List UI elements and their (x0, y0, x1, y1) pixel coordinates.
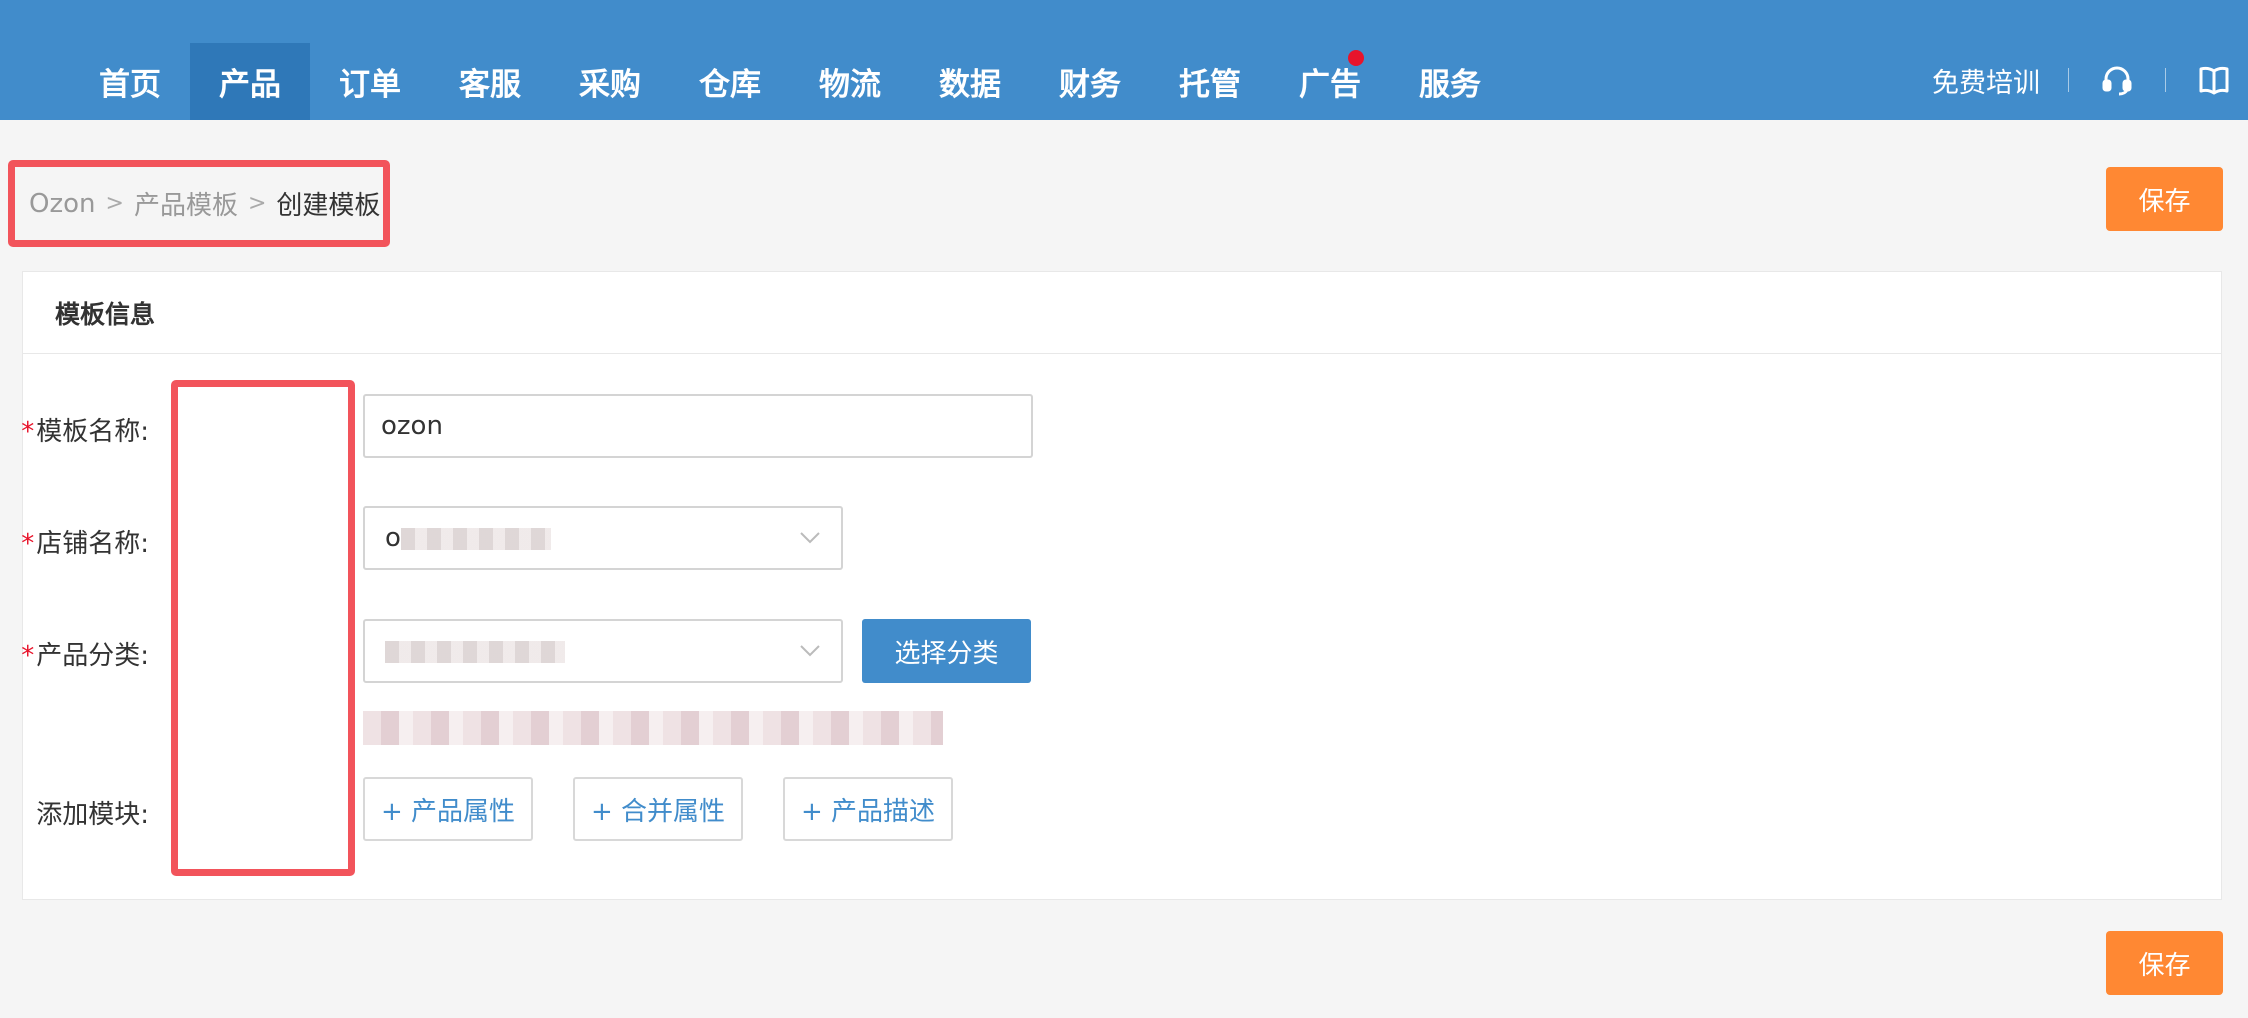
add-product-attributes-button[interactable]: + 产品属性 (363, 777, 533, 841)
store-name-value: o (385, 523, 401, 553)
nav-item-customer-service[interactable]: 客服 (430, 43, 550, 120)
nav-item-services[interactable]: 服务 (1390, 43, 1510, 120)
redacted-text (385, 640, 565, 663)
category-select-value (385, 636, 799, 666)
nav-item-label: 订单 (339, 67, 401, 103)
add-merged-attributes-button[interactable]: + 合并属性 (573, 777, 743, 841)
store-name-label: *店铺名称: (21, 523, 149, 560)
divider (2165, 68, 2166, 92)
required-mark: * (21, 417, 35, 447)
nav-item-label: 数据 (939, 67, 1001, 103)
nav-item-label: 产品 (219, 67, 281, 103)
breadcrumb-current: 创建模板 (276, 191, 381, 221)
choose-category-button[interactable]: 选择分类 (862, 619, 1031, 683)
main-nav: 首页 产品 订单 客服 采购 仓库 物流 数据 财务 托管 广告 服务 (70, 43, 1510, 120)
chevron-down-icon (800, 645, 820, 657)
category-select[interactable] (363, 619, 843, 683)
required-mark: * (21, 529, 35, 559)
add-product-description-button[interactable]: + 产品描述 (783, 777, 953, 841)
top-navigation-bar: 首页 产品 订单 客服 采购 仓库 物流 数据 财务 托管 广告 服务 免费培训 (0, 0, 2248, 120)
nav-item-label: 物流 (819, 67, 881, 103)
category-path-redacted (363, 711, 943, 745)
divider (2068, 68, 2069, 92)
notification-dot (1348, 50, 1364, 66)
template-name-input[interactable] (363, 394, 1033, 458)
book-icon[interactable] (2194, 60, 2234, 100)
nav-item-label: 采购 (579, 67, 641, 103)
label-text: 模板名称: (36, 417, 149, 447)
store-select[interactable]: o (363, 506, 843, 570)
chevron-down-icon (800, 532, 820, 544)
category-label: *产品分类: (21, 635, 149, 672)
add-module-label: 添加模块: (36, 800, 149, 830)
nav-item-ads[interactable]: 广告 (1270, 43, 1390, 120)
template-name-label: *模板名称: (21, 411, 149, 448)
template-info-panel: 模板信息 *模板名称: *店铺名称: o *产品分类: 选择分类 添加模块: +… (21, 271, 2222, 900)
nav-item-orders[interactable]: 订单 (310, 43, 430, 120)
breadcrumb-item-ozon[interactable]: Ozon (29, 189, 96, 219)
nav-item-purchasing[interactable]: 采购 (550, 43, 670, 120)
required-mark: * (21, 641, 35, 671)
chevron-right-icon: > (105, 191, 124, 216)
breadcrumb-item-product-templates[interactable]: 产品模板 (134, 185, 238, 222)
label-text: 店铺名称: (36, 529, 149, 559)
panel-title: 模板信息 (23, 272, 2221, 354)
nav-item-data[interactable]: 数据 (910, 43, 1030, 120)
nav-item-home[interactable]: 首页 (70, 43, 190, 120)
store-select-value: o (385, 523, 799, 553)
chevron-right-icon: > (247, 191, 267, 216)
nav-item-logistics[interactable]: 物流 (790, 43, 910, 120)
save-button-top[interactable]: 保存 (2106, 167, 2223, 231)
nav-item-products[interactable]: 产品 (190, 43, 310, 120)
nav-item-finance[interactable]: 财务 (1030, 43, 1150, 120)
nav-item-label: 仓库 (699, 67, 761, 103)
nav-item-hosting[interactable]: 托管 (1150, 43, 1270, 120)
nav-item-label: 服务 (1419, 67, 1481, 103)
label-text: 产品分类: (36, 641, 149, 671)
nav-item-label: 首页 (99, 67, 161, 103)
nav-item-label: 客服 (459, 67, 521, 103)
nav-item-label: 广告 (1299, 67, 1361, 103)
nav-item-warehouse[interactable]: 仓库 (670, 43, 790, 120)
redacted-text (400, 527, 551, 550)
top-right-tools: 免费培训 (1932, 52, 2248, 108)
breadcrumb: Ozon > 产品模板 > 创建模板 (8, 160, 390, 247)
free-training-link[interactable]: 免费培训 (1932, 61, 2040, 100)
save-button-bottom[interactable]: 保存 (2106, 931, 2223, 995)
nav-item-label: 财务 (1059, 67, 1121, 103)
headset-icon[interactable] (2097, 60, 2137, 100)
label-highlight-box (171, 380, 355, 876)
nav-item-label: 托管 (1179, 67, 1241, 103)
